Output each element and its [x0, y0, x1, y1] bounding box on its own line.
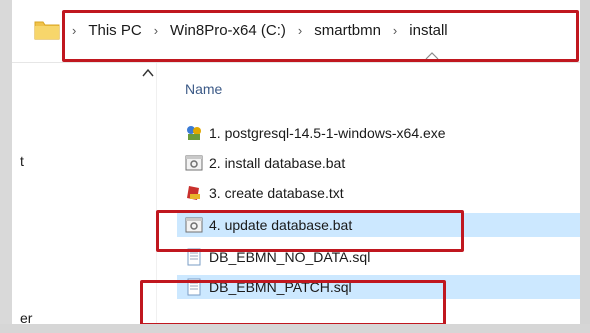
file-name: 3. create database.txt — [209, 185, 344, 201]
breadcrumb-smartbmn[interactable]: smartbmn — [314, 22, 381, 39]
breadcrumb: › This PC › Win8Pro-x64 (C:) › smartbmn … — [64, 17, 448, 43]
breadcrumb-separator-icon[interactable]: › — [298, 23, 302, 38]
file-row-selected[interactable]: 4. update database.bat — [177, 213, 580, 237]
file-name: 1. postgresql-14.5-1-windows-x64.exe — [209, 125, 446, 141]
file-row-selected[interactable]: DB_EBMN_PATCH.sql — [177, 275, 580, 299]
nav-item-partial[interactable]: t — [20, 153, 24, 169]
batch-file-icon — [185, 155, 203, 171]
scroll-up-icon[interactable] — [142, 69, 154, 77]
file-name: DB_EBMN_NO_DATA.sql — [209, 249, 371, 265]
text-file-icon — [187, 186, 200, 200]
file-row[interactable]: 3. create database.txt — [177, 181, 580, 205]
breadcrumb-separator-icon[interactable]: › — [393, 23, 397, 38]
sort-ascending-icon — [425, 52, 439, 60]
sql-file-icon — [187, 248, 201, 266]
window-frame-right — [580, 0, 590, 333]
breadcrumb-this-pc[interactable]: This PC — [88, 22, 141, 39]
breadcrumb-separator-icon[interactable]: › — [154, 23, 158, 38]
breadcrumb-drive[interactable]: Win8Pro-x64 (C:) — [170, 22, 286, 39]
navigation-pane[interactable]: t er — [12, 63, 157, 326]
batch-file-icon — [185, 217, 203, 233]
file-list[interactable]: Name 1. postgresql-14.5-1-windows-x64.ex… — [157, 63, 580, 324]
address-bar[interactable]: › This PC › Win8Pro-x64 (C:) › smartbmn … — [12, 0, 580, 63]
file-row[interactable]: 1. postgresql-14.5-1-windows-x64.exe — [177, 121, 580, 145]
breadcrumb-separator-icon: › — [72, 22, 77, 38]
window-frame-left — [0, 0, 12, 333]
installer-icon — [187, 126, 201, 140]
column-header-name[interactable]: Name — [185, 81, 222, 97]
file-name: DB_EBMN_PATCH.sql — [209, 279, 352, 295]
file-name: 2. install database.bat — [209, 155, 346, 171]
window-frame-bottom — [0, 324, 590, 333]
folder-icon — [34, 21, 60, 40]
file-row[interactable]: DB_EBMN_NO_DATA.sql — [177, 245, 580, 269]
sql-file-icon — [187, 278, 201, 296]
breadcrumb-install[interactable]: install — [409, 22, 447, 39]
file-name: 4. update database.bat — [209, 217, 353, 233]
file-row[interactable]: 2. install database.bat — [177, 151, 580, 175]
